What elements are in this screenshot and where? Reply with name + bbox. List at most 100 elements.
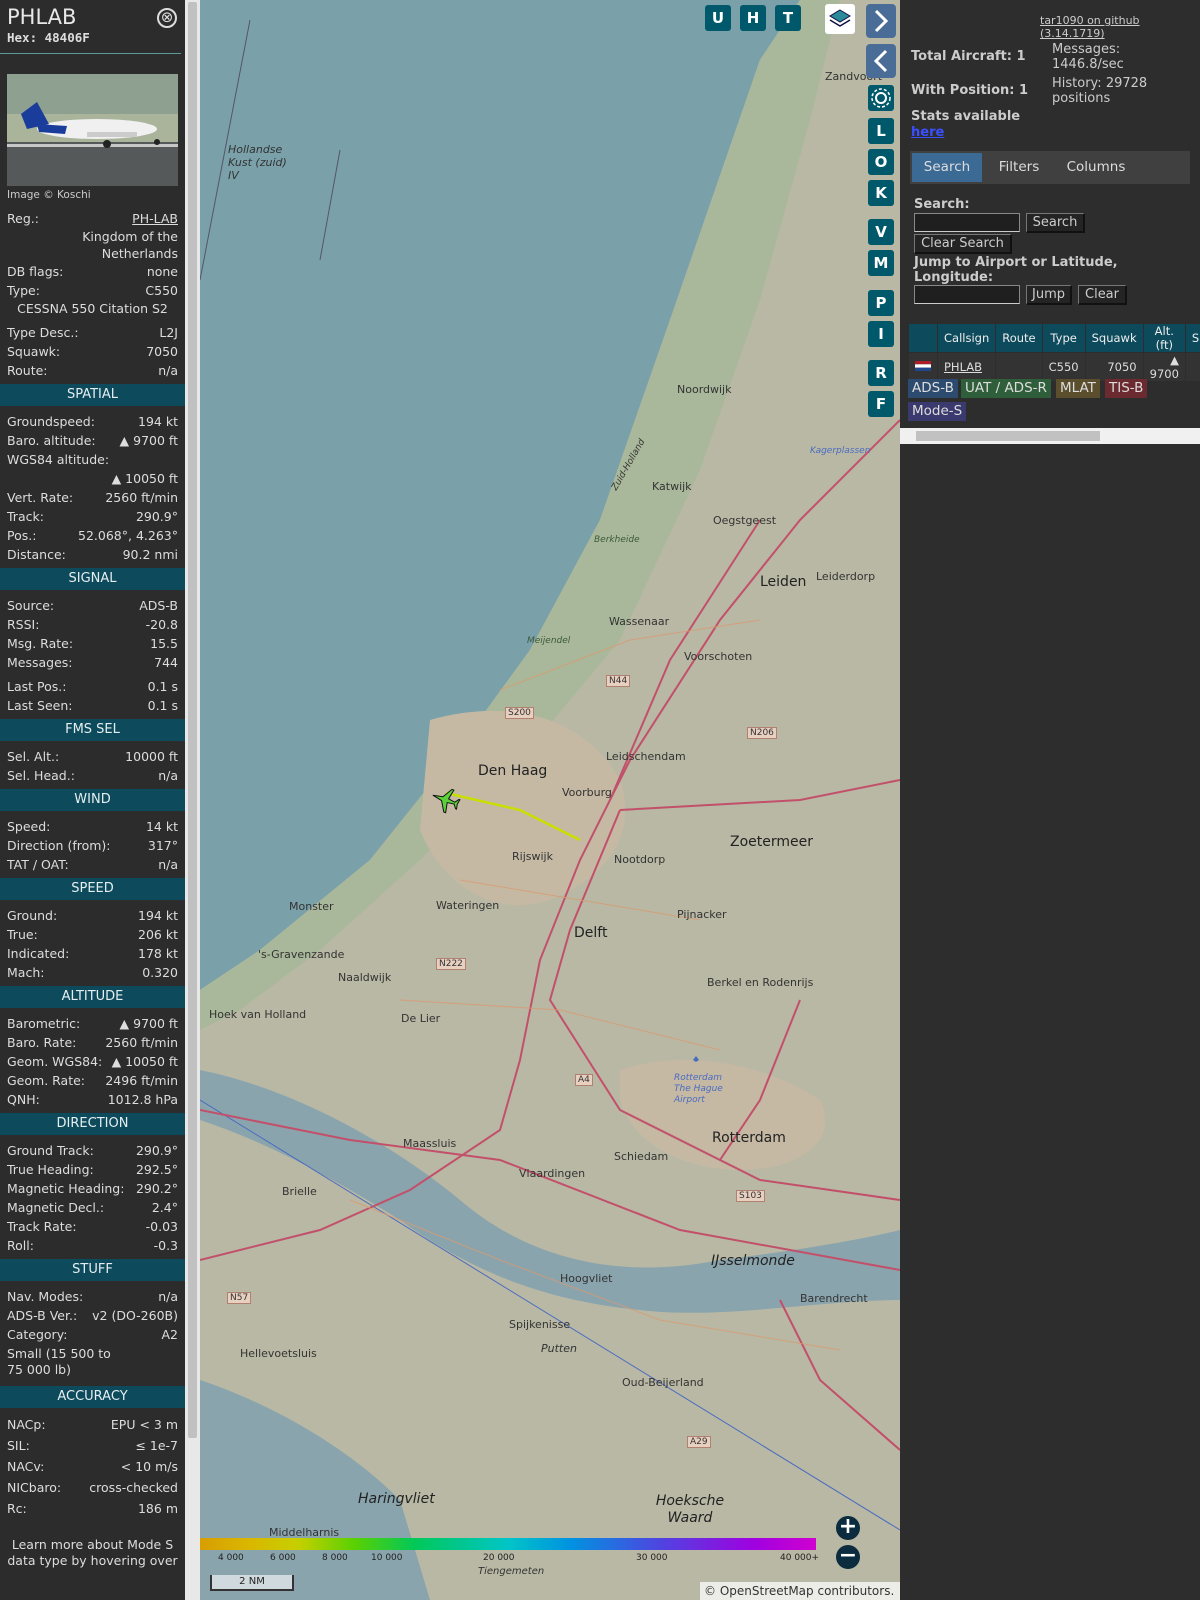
road-label: A4 <box>575 1074 593 1086</box>
toggle-p-button[interactable]: P <box>868 290 894 316</box>
zoom-out-button[interactable]: − <box>836 1545 860 1569</box>
toggle-v-button[interactable]: V <box>868 219 894 245</box>
sidebar-scrollbar[interactable] <box>185 0 200 1600</box>
col-route[interactable]: Route <box>995 323 1043 353</box>
table-row[interactable]: PHLAB C550 7050 ▲ 9700 <box>908 352 1200 382</box>
legend-uat-adsr: UAT / ADS-R <box>961 379 1051 398</box>
legend-tick: 30 000 <box>636 1553 668 1563</box>
github-link[interactable]: tar1090 on github (3.14.1719) <box>1040 14 1200 40</box>
section-fms-sel[interactable]: FMS SEL <box>0 719 185 741</box>
close-icon[interactable]: ⊗ <box>157 8 177 28</box>
map-label: Berkheide <box>594 535 640 545</box>
detail-row: Ground Track: 290.9° <box>7 1143 178 1158</box>
cell-type: C550 <box>1041 352 1086 382</box>
clear-button[interactable]: Clear <box>1078 285 1127 305</box>
clear-search-button[interactable]: Clear Search <box>914 234 1012 254</box>
road-label: N222 <box>436 958 466 970</box>
col-altitude[interactable]: Alt. (ft) <box>1142 323 1186 353</box>
wgs84-value: ▲ 10050 ft <box>111 471 178 486</box>
jump-label: Jump to Airport or Latitude, Longitude: <box>914 255 1118 285</box>
section-wind[interactable]: WIND <box>0 789 185 811</box>
section-speed[interactable]: SPEED <box>0 878 185 900</box>
legend-tick: 6 000 <box>270 1553 296 1563</box>
section-stuff[interactable]: STUFF <box>0 1259 185 1281</box>
messages-rate: Messages: 1446.8/sec <box>1052 42 1124 72</box>
toggle-l-button[interactable]: L <box>868 118 894 144</box>
legend-modes: Mode-S <box>908 402 967 421</box>
search-input[interactable] <box>914 213 1020 232</box>
map-label: Leiden <box>760 574 807 590</box>
section-signal[interactable]: SIGNAL <box>0 568 185 590</box>
country-value: Kingdom of the Netherlands <box>82 229 178 261</box>
section-direction[interactable]: DIRECTION <box>0 1113 185 1135</box>
layers-icon[interactable] <box>825 4 855 34</box>
map-label: Vlaardingen <box>519 1167 586 1180</box>
collapse-right-button[interactable] <box>866 4 896 38</box>
search-button[interactable]: Search <box>1026 213 1085 233</box>
stats-link[interactable]: here <box>911 125 944 140</box>
reg-label: Reg.: <box>7 211 39 226</box>
col-callsign[interactable]: Callsign <box>936 323 997 353</box>
map-label: Rijswijk <box>512 850 553 863</box>
detail-row: Ground: 194 kt <box>7 908 178 923</box>
collapse-left-button[interactable] <box>866 44 896 78</box>
road-label: A29 <box>687 1436 711 1448</box>
toggle-k-button[interactable]: K <box>868 180 894 206</box>
jump-button[interactable]: Jump <box>1026 285 1072 305</box>
dbflags-row: DB flags: none <box>7 264 178 279</box>
detail-row: Source: ADS-B <box>7 598 178 613</box>
toggle-i-button[interactable]: I <box>868 321 894 347</box>
col-type[interactable]: Type <box>1041 323 1086 353</box>
tab-search[interactable]: Search <box>912 153 982 182</box>
detail-row: True: 206 kt <box>7 927 178 942</box>
detail-row: Magnetic Heading: 290.2° <box>7 1181 178 1196</box>
col-squawk[interactable]: Squawk <box>1084 323 1144 353</box>
tab-filters[interactable]: Filters <box>988 153 1050 182</box>
stats-label: Stats available <box>911 109 1021 124</box>
legend-tick: 20 000 <box>483 1553 515 1563</box>
map-label: Voorschoten <box>684 650 753 663</box>
jump-input[interactable] <box>914 285 1020 304</box>
toggle-m-button[interactable]: M <box>868 250 894 276</box>
map-label: Hoeksche Waard <box>655 1493 725 1526</box>
toggle-t-button[interactable]: T <box>775 5 801 31</box>
cell-callsign[interactable]: PHLAB <box>936 352 997 382</box>
detail-row: Baro. Rate: 2560 ft/min <box>7 1035 178 1050</box>
map-label: Wateringen <box>436 899 500 912</box>
detail-row: Category: A2 <box>7 1327 178 1342</box>
aircraft-photo[interactable] <box>7 74 178 186</box>
map-label: Berkel en Rodenrijs <box>707 976 814 989</box>
toggle-f-button[interactable]: F <box>868 391 894 417</box>
legend-adsb: ADS-B <box>908 379 958 398</box>
reg-link[interactable]: PH-LAB <box>132 209 178 228</box>
tab-columns[interactable]: Columns <box>1056 153 1136 182</box>
map-scale: 2 NM <box>210 1575 294 1591</box>
map-label: Schiedam <box>614 1150 669 1163</box>
toggle-h-button[interactable]: H <box>740 5 766 31</box>
section-accuracy[interactable]: ACCURACY <box>0 1386 185 1408</box>
toggle-u-button[interactable]: U <box>705 5 731 31</box>
table-horizontal-scrollbar[interactable] <box>900 428 1200 444</box>
section-spatial[interactable]: SPATIAL <box>0 384 185 406</box>
detail-row: Last Seen: 0.1 s <box>7 698 178 713</box>
category-desc: Small (15 500 to 75 000 lb) <box>7 1346 111 1377</box>
map-attribution[interactable]: © OpenStreetMap contributors. <box>700 1582 900 1600</box>
altitude-legend <box>200 1538 816 1552</box>
section-altitude[interactable]: ALTITUDE <box>0 986 185 1008</box>
detail-row: Rc: 186 m <box>7 1501 178 1516</box>
toggle-r-button[interactable]: R <box>868 360 894 386</box>
wgs84-label: WGS84 altitude: <box>7 452 110 467</box>
detail-row: Speed: 14 kt <box>7 819 178 834</box>
map-label: Voorburg <box>562 786 612 799</box>
type-desc-row: Type Desc.: L2J <box>7 325 178 340</box>
col-speed[interactable]: Spd <box>1184 323 1200 353</box>
zoom-in-button[interactable]: + <box>836 1516 860 1540</box>
toggle-o-button[interactable]: O <box>868 149 894 175</box>
aircraft-table: Callsign Route Type Squawk Alt. (ft) Spd… <box>908 323 1200 382</box>
col-flag[interactable] <box>908 323 938 353</box>
settings-icon[interactable] <box>868 85 894 111</box>
detail-row: Roll: -0.3 <box>7 1238 178 1253</box>
detail-row: Vert. Rate: 2560 ft/min <box>7 490 178 505</box>
map-view[interactable]: Zandvoort Hollandse Kust (zuid) IV Noord… <box>200 0 900 1600</box>
detail-row: Groundspeed: 194 kt <box>7 414 178 429</box>
